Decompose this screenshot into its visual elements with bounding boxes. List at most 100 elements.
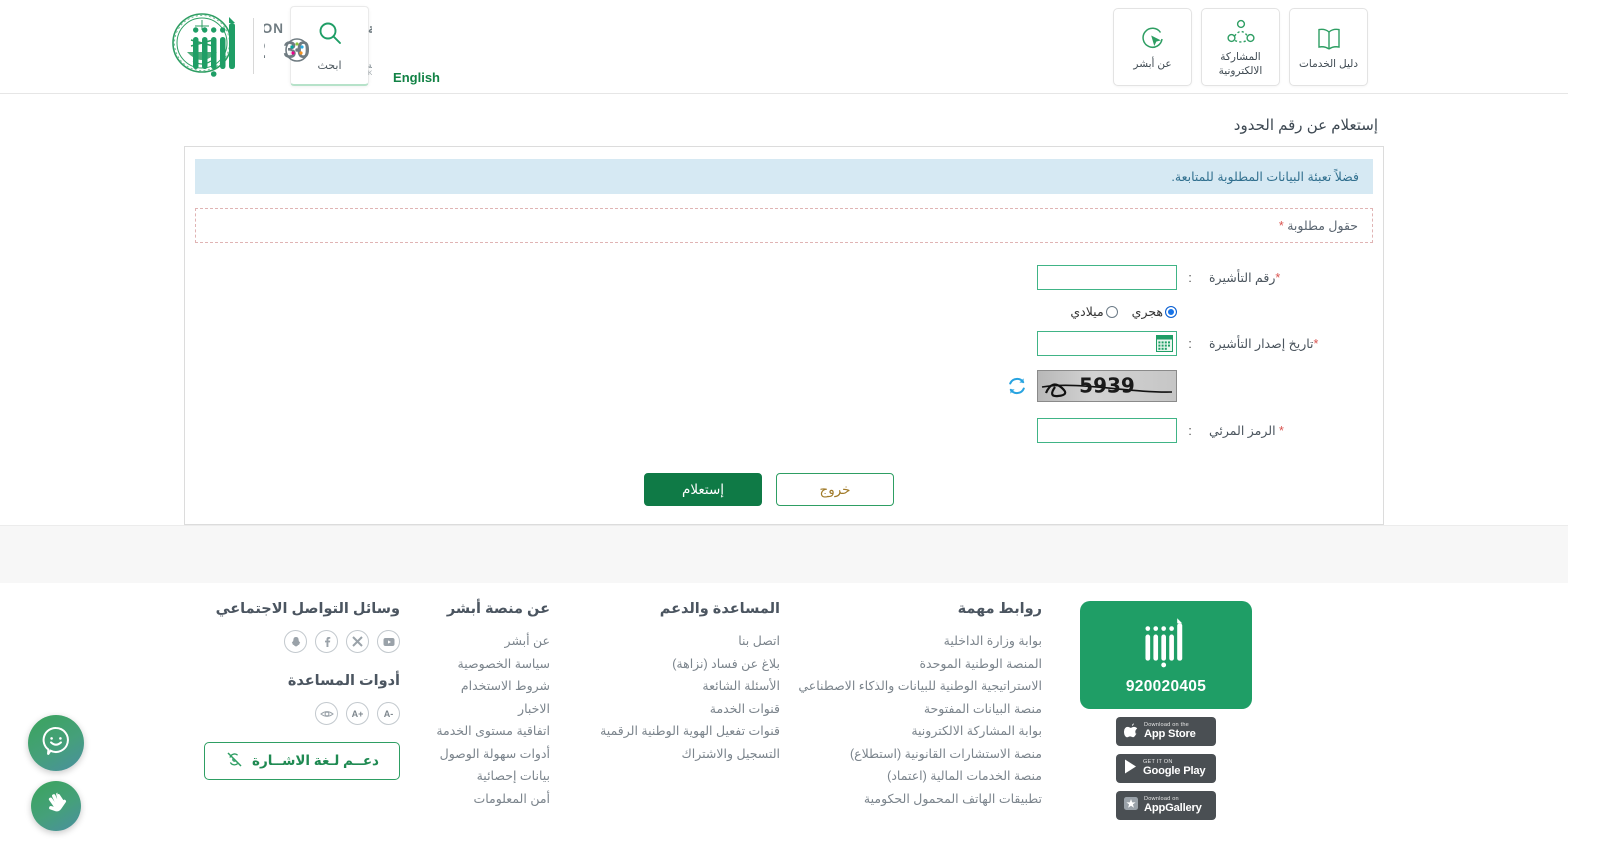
list-item[interactable]: المنصة الوطنية الموحدة [808,653,1042,676]
decrease-font-label: -A [383,708,394,719]
decrease-font-icon[interactable]: -A [377,702,400,725]
form-fields: *رقم التأشيرة : هجري ميلادي *تاريخ إصدار… [195,265,1373,443]
footer-app-column: 920020405 Download on the App Store GET … [1056,601,1276,820]
tile-about-absher-label: عن أبشر [1133,57,1172,70]
list-item[interactable]: اتفاقية مستوى الخدمة [428,720,550,743]
snapchat-icon[interactable] [284,630,307,653]
absher-phone-number: 920020405 [1125,677,1207,695]
list-item[interactable]: عن أبشر [428,630,550,653]
submit-inquiry-button[interactable]: إستعلام [644,473,762,506]
list-item[interactable]: شروط الاستخدام [428,675,550,698]
list-item[interactable]: قنوات تفعيل الهوية الوطنية الرقمية [578,720,780,743]
app-store-badge[interactable]: Download on the App Store [1116,717,1216,746]
book-icon [1315,23,1343,55]
captcha-text: 5939 [1079,373,1135,398]
sign-language-icon [225,750,244,772]
list-item[interactable]: بوابة وزارة الداخلية [808,630,1042,653]
app-gallery-big-label: AppGallery [1144,801,1202,814]
list-item[interactable]: بيانات إحصائية [428,765,550,788]
footer-social-column: وسائل التواصل الاجتماعي أدوات المساعدة -… [184,601,414,780]
links-title: روابط مهمة [957,601,1042,617]
list-item[interactable]: بوابة المشاركة الالكترونية [808,720,1042,743]
list-item[interactable]: الأسئلة الشائعة [578,675,780,698]
footer-support-column: المساعدة والدعم اتصل بنا بلاغ عن فساد (ن… [564,601,794,765]
list-item[interactable]: قنوات الخدمة [578,698,780,721]
calendar-type-radio-group[interactable]: هجري ميلادي [1037,304,1177,319]
youtube-icon[interactable] [377,630,400,653]
chat-smiley-icon [39,724,73,763]
list-item[interactable]: أدوات سهولة الوصول [428,743,550,766]
captcha-code-colon: : [1188,423,1192,438]
radio-gregorian-label: ميلادي [1070,305,1104,319]
captcha-code-label-text: الرمز المرئي [1209,424,1276,438]
radio-hijri[interactable]: هجري [1132,304,1177,319]
captcha-code-label: * الرمز المرئي [1203,423,1373,438]
field-row-captcha-code: * الرمز المرئي : [195,418,1373,443]
radio-hijri-input[interactable] [1165,305,1177,318]
sign-language-video-button[interactable] [31,781,81,831]
captcha-code-input[interactable] [1037,418,1177,443]
language-toggle-english[interactable]: English [393,70,440,85]
x-twitter-icon[interactable] [346,630,369,653]
page-root: ابحث English دليل الخدمات المشاركة الالك… [0,0,1600,866]
visa-issue-date-colon: : [1188,336,1192,351]
footer-separator [0,525,1568,583]
calendar-type-row: هجري ميلادي [195,304,1373,319]
social-title: وسائل التواصل الاجتماعي [215,601,400,617]
list-item[interactable]: منصة الاستشارات القانونية (استطلاع) [808,743,1042,766]
visa-issue-date-required-star: * [1313,337,1319,351]
list-item[interactable]: سياسة الخصوصية [428,653,550,676]
footer-about-column: عن منصة أبشر عن أبشر سياسة الخصوصية شروط… [414,601,564,810]
tile-about-absher[interactable]: عن أبشر [1113,8,1192,86]
eye-icon[interactable] [315,702,338,725]
list-item[interactable]: تطبيقات الهاتف المحمول الحكومية [808,788,1042,811]
site-header: ابحث English دليل الخدمات المشاركة الالك… [0,0,1568,94]
list-item[interactable]: بلاغ عن فساد (نزاهة) [578,653,780,676]
chat-assistant-button[interactable] [28,715,84,771]
google-play-badge[interactable]: GET IT ON Google Play [1116,754,1216,783]
calendar-icon[interactable] [1156,335,1173,352]
visa-issue-date-label: *تاريخ إصدار التأشيرة [1203,336,1373,351]
visa-number-required-star: * [1275,271,1281,285]
list-item[interactable]: الاخبار [428,698,550,721]
brand-block: رؤيــــة VISION 2 30 المملكة العرب [187,10,463,82]
tile-services-guide[interactable]: دليل الخدمات [1289,8,1368,86]
support-title: المساعدة والدعم [659,601,780,617]
info-banner: فضلاً تعبئة البيانات المطلوبة للمتابعة. [195,159,1373,194]
tile-eparticipation[interactable]: المشاركة الالكترونية [1201,8,1280,86]
svg-text:KINGDOM OF SAUDI ARABIA: KINGDOM OF SAUDI ARABIA [368,70,372,76]
huawei-icon [1123,795,1139,817]
list-item[interactable]: منصة الخدمات المالية (اعتماد) [808,765,1042,788]
help-tools-icon-row: -A +A [198,702,400,725]
app-store-big-label: App Store [1144,727,1196,740]
facebook-icon[interactable] [315,630,338,653]
cursor-circle-icon [1139,23,1167,55]
absher-logo [187,15,243,77]
captcha-image-row: 5939 [195,370,1373,402]
sign-language-support-button[interactable]: دعــم لـغة الاشــارة [204,742,400,780]
list-item[interactable]: الاستراتيجية الوطنية للبيانات والذكاء ال… [798,675,1042,698]
about-list: عن أبشر سياسة الخصوصية شروط الاستخدام ال… [428,630,550,810]
play-icon [1123,758,1138,780]
refresh-icon[interactable] [1007,376,1027,396]
about-title: عن منصة أبشر [446,601,550,617]
app-gallery-badge[interactable]: Download on AppGallery [1116,791,1216,820]
list-item[interactable]: اتصل بنا [578,630,780,653]
radio-gregorian-input[interactable] [1105,305,1118,318]
list-item[interactable]: أمن المعلومات [428,788,550,811]
increase-font-icon[interactable]: +A [346,702,369,725]
google-play-big-label: Google Play [1143,764,1206,777]
list-item[interactable]: التسجيل والاشتراك [578,743,780,766]
visa-number-input[interactable] [1037,265,1177,290]
list-item[interactable]: منصة البيانات المفتوحة [808,698,1042,721]
captcha-code-required-star: * [1279,424,1284,438]
field-row-visa-number: *رقم التأشيرة : [195,265,1373,290]
header-tiles: دليل الخدمات المشاركة الالكترونية عن أبش… [1113,8,1368,86]
exit-button[interactable]: خروج [776,473,894,506]
radio-gregorian[interactable]: ميلادي [1070,304,1118,319]
required-fields-note: حقول مطلوبة * [195,208,1373,243]
vision-2030-logo: رؤيــــة VISION 2 30 المملكة العرب [232,16,462,77]
svg-text:المملكة العربية السعودية: المملكة العربية السعودية [368,61,372,70]
footer-links-column: روابط مهمة بوابة وزارة الداخلية المنصة ا… [794,601,1056,810]
increase-font-label: +A [351,708,364,719]
